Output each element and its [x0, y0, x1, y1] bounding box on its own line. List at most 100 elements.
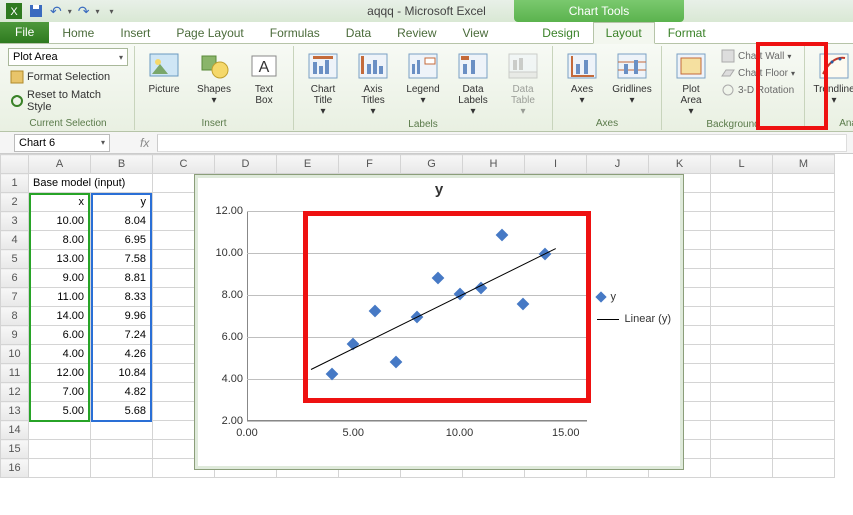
- tab-data[interactable]: Data: [333, 22, 384, 43]
- cell[interactable]: [773, 250, 835, 269]
- cell[interactable]: 5.68: [91, 402, 153, 421]
- row-header[interactable]: 11: [1, 364, 29, 383]
- legend-entry-trend[interactable]: Linear (y): [597, 313, 671, 325]
- cell[interactable]: 7.00: [29, 383, 91, 402]
- cell[interactable]: 5.00: [29, 402, 91, 421]
- cell[interactable]: [711, 421, 773, 440]
- redo-icon[interactable]: ↷: [78, 3, 90, 20]
- cell[interactable]: [29, 421, 91, 440]
- legend-button[interactable]: Legend▾: [400, 48, 446, 108]
- cell[interactable]: [773, 402, 835, 421]
- cell[interactable]: Base model (input): [29, 174, 153, 193]
- cell[interactable]: 11.00: [29, 288, 91, 307]
- cell[interactable]: 4.00: [29, 345, 91, 364]
- cell[interactable]: [773, 421, 835, 440]
- formula-input[interactable]: [157, 134, 847, 152]
- cell[interactable]: [711, 174, 773, 193]
- chevron-down-icon[interactable]: ▾: [68, 7, 72, 16]
- cell[interactable]: [711, 307, 773, 326]
- cell[interactable]: [91, 421, 153, 440]
- cell[interactable]: [773, 459, 835, 478]
- reset-style-button[interactable]: Reset to Match Style: [8, 88, 128, 114]
- cell[interactable]: 8.04: [91, 212, 153, 231]
- fx-icon[interactable]: fx: [140, 136, 149, 150]
- tab-page-layout[interactable]: Page Layout: [163, 22, 256, 43]
- cell[interactable]: [711, 459, 773, 478]
- row-header[interactable]: 6: [1, 269, 29, 288]
- chevron-down-icon[interactable]: ▾: [95, 7, 99, 16]
- cell[interactable]: [711, 402, 773, 421]
- textbox-button[interactable]: A Text Box: [241, 48, 287, 108]
- gridlines-button[interactable]: Gridlines▾: [609, 48, 655, 108]
- cell[interactable]: [711, 212, 773, 231]
- data-point[interactable]: [496, 229, 509, 242]
- cell[interactable]: [711, 440, 773, 459]
- cell[interactable]: 8.81: [91, 269, 153, 288]
- cell[interactable]: [91, 440, 153, 459]
- data-table-button[interactable]: Data Table▾: [500, 48, 546, 119]
- data-point[interactable]: [368, 305, 381, 318]
- cell[interactable]: 13.00: [29, 250, 91, 269]
- chart-title[interactable]: y: [195, 175, 683, 198]
- cell[interactable]: 6.95: [91, 231, 153, 250]
- cell[interactable]: 7.24: [91, 326, 153, 345]
- cell[interactable]: 9.00: [29, 269, 91, 288]
- cell[interactable]: [773, 231, 835, 250]
- cell[interactable]: 9.96: [91, 307, 153, 326]
- tab-insert[interactable]: Insert: [107, 22, 163, 43]
- tab-view[interactable]: View: [450, 22, 502, 43]
- cell[interactable]: [773, 174, 835, 193]
- cell[interactable]: [773, 269, 835, 288]
- chevron-down-icon[interactable]: ▾: [101, 138, 105, 147]
- cell[interactable]: [773, 212, 835, 231]
- cell[interactable]: [711, 288, 773, 307]
- cell[interactable]: [91, 459, 153, 478]
- tab-formulas[interactable]: Formulas: [257, 22, 333, 43]
- cell[interactable]: [711, 364, 773, 383]
- plot-area-button[interactable]: Plot Area▾: [668, 48, 714, 119]
- row-header[interactable]: 2: [1, 193, 29, 212]
- name-box[interactable]: Chart 6 ▾: [14, 134, 110, 152]
- chart-element-selector[interactable]: Plot Area ▾: [8, 48, 128, 66]
- cell[interactable]: [711, 193, 773, 212]
- tab-layout[interactable]: Layout: [593, 22, 655, 44]
- data-point[interactable]: [389, 355, 402, 368]
- cell[interactable]: [773, 364, 835, 383]
- row-header[interactable]: 10: [1, 345, 29, 364]
- legend-entry-y[interactable]: y: [597, 291, 671, 303]
- row-header[interactable]: 1: [1, 174, 29, 193]
- column-headers[interactable]: ABC DEF GHI JKLM: [1, 155, 835, 174]
- cell[interactable]: [29, 440, 91, 459]
- tab-review[interactable]: Review: [384, 22, 449, 43]
- row-header[interactable]: 8: [1, 307, 29, 326]
- cell[interactable]: 10.00: [29, 212, 91, 231]
- tab-format[interactable]: Format: [655, 22, 719, 43]
- cell[interactable]: 12.00: [29, 364, 91, 383]
- chart-object[interactable]: y 2.004.006.008.0010.0012.000.005.0010.0…: [194, 174, 684, 470]
- cell[interactable]: 4.26: [91, 345, 153, 364]
- cell[interactable]: [29, 459, 91, 478]
- select-all-corner[interactable]: [1, 155, 29, 174]
- format-selection-button[interactable]: Format Selection: [8, 69, 112, 85]
- cell[interactable]: 6.00: [29, 326, 91, 345]
- data-point[interactable]: [326, 367, 339, 380]
- worksheet-grid[interactable]: ABC DEF GHI JKLM 1Base model (input)2xy3…: [0, 154, 853, 515]
- cell[interactable]: [773, 383, 835, 402]
- axes-button[interactable]: Axes▾: [559, 48, 605, 108]
- cell[interactable]: 14.00: [29, 307, 91, 326]
- cell[interactable]: [711, 250, 773, 269]
- cell[interactable]: 8.00: [29, 231, 91, 250]
- row-header[interactable]: 16: [1, 459, 29, 478]
- trendline-button[interactable]: Trendline▾: [811, 48, 853, 108]
- row-header[interactable]: 15: [1, 440, 29, 459]
- plot-area[interactable]: 2.004.006.008.0010.0012.000.005.0010.001…: [247, 211, 587, 421]
- cell[interactable]: [711, 269, 773, 288]
- row-header[interactable]: 3: [1, 212, 29, 231]
- cell[interactable]: 10.84: [91, 364, 153, 383]
- cell[interactable]: [711, 383, 773, 402]
- cell[interactable]: [773, 326, 835, 345]
- chart-title-button[interactable]: Chart Title▾: [300, 48, 346, 119]
- y-axis[interactable]: [247, 211, 248, 421]
- tab-home[interactable]: Home: [49, 22, 107, 43]
- cell[interactable]: [711, 326, 773, 345]
